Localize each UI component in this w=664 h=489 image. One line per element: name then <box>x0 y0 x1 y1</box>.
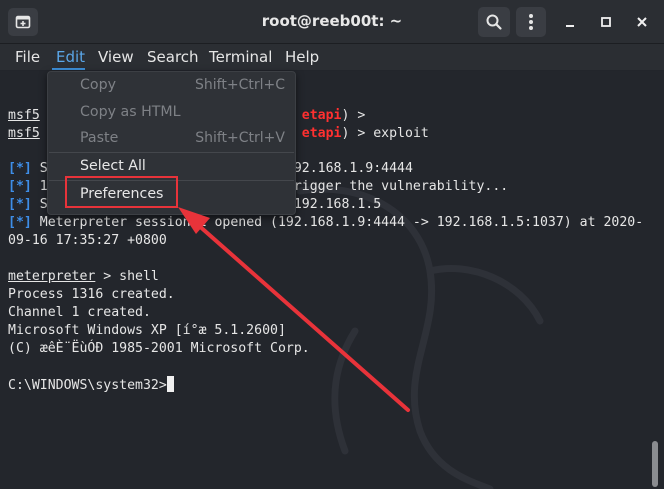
menu-view[interactable]: View <box>98 44 134 70</box>
prompt-label: msf5 <box>8 108 40 123</box>
menu-item-select-all[interactable]: Select All <box>80 156 146 176</box>
terminal-text: 09-16 17:35:27 +0800 <box>8 233 167 248</box>
prompt-label: msf5 <box>8 126 40 141</box>
minimize-button[interactable] <box>559 11 581 33</box>
active-menu-indicator <box>52 68 85 70</box>
terminal-text: Channel 1 created. <box>8 305 151 320</box>
terminal-text: Meterpreter session 1 opened (192.168.1.… <box>31 215 644 230</box>
menu-bar: File Edit View Search Terminal Help <box>0 44 664 70</box>
terminal-text: (C) æêÈ¨ËùÓÐ 1985-2001 Microsoft Corp. <box>8 341 310 356</box>
hamburger-menu-button[interactable] <box>516 7 546 37</box>
search-button[interactable] <box>478 7 510 37</box>
terminal-window: root@reeb00t: ~ File Edit View Search Te… <box>0 0 664 489</box>
status-prefix: [*] <box>8 179 32 194</box>
title-bar: root@reeb00t: ~ <box>0 0 664 44</box>
maximize-icon <box>601 17 611 27</box>
menu-separator <box>49 152 294 153</box>
scrollbar-thumb[interactable] <box>652 441 658 487</box>
terminal-cursor <box>166 376 174 392</box>
search-icon <box>486 14 502 30</box>
module-name: etapi <box>301 108 342 123</box>
status-prefix: [*] <box>8 197 32 212</box>
terminal-line: Channel 1 created. <box>8 304 151 322</box>
paste-shortcut: Shift+Ctrl+V <box>195 130 285 146</box>
menu-terminal[interactable]: Terminal <box>209 44 272 70</box>
terminal-text: Process 1316 created. <box>8 287 175 302</box>
menu-edit[interactable]: Edit <box>56 44 85 70</box>
menu-item-copy[interactable]: Copy <box>80 75 116 95</box>
menu-item-copy-as-html[interactable]: Copy as HTML <box>80 102 181 122</box>
module-name: etapi <box>301 126 342 141</box>
status-prefix: [*] <box>8 161 32 176</box>
minimize-icon <box>566 25 574 27</box>
terminal-line: (C) æêÈ¨ËùÓÐ 1985-2001 Microsoft Corp. <box>8 340 310 358</box>
terminal-line: C:\WINDOWS\system32> <box>8 376 174 394</box>
terminal-text: Microsoft Windows XP [í°æ 5.1.2600] <box>8 323 286 338</box>
prompt-label: meterpreter <box>8 269 96 284</box>
terminal-text: C:\WINDOWS\system32> <box>8 378 167 393</box>
annotation-highlight-box <box>65 176 178 208</box>
maximize-button[interactable] <box>595 11 617 33</box>
close-icon <box>637 17 647 27</box>
terminal-line: Microsoft Windows XP [í°æ 5.1.2600] <box>8 322 286 340</box>
status-prefix: [*] <box>8 215 32 230</box>
menu-help[interactable]: Help <box>285 44 319 70</box>
close-button[interactable] <box>631 11 653 33</box>
terminal-text: > shell <box>95 269 159 284</box>
menu-search[interactable]: Search <box>147 44 199 70</box>
kebab-menu-icon <box>529 14 533 30</box>
terminal-text: ) > <box>341 108 366 123</box>
terminal-line: 09-16 17:35:27 +0800 <box>8 232 167 250</box>
terminal-line: [*] Meterpreter session 1 opened (192.16… <box>8 214 643 232</box>
terminal-line: Process 1316 created. <box>8 286 175 304</box>
copy-shortcut: Shift+Ctrl+C <box>195 77 285 93</box>
menu-file[interactable]: File <box>15 44 40 70</box>
menu-item-paste[interactable]: Paste <box>80 128 118 148</box>
terminal-line: meterpreter > shell <box>8 268 159 286</box>
terminal-text: ) > exploit <box>341 126 429 141</box>
